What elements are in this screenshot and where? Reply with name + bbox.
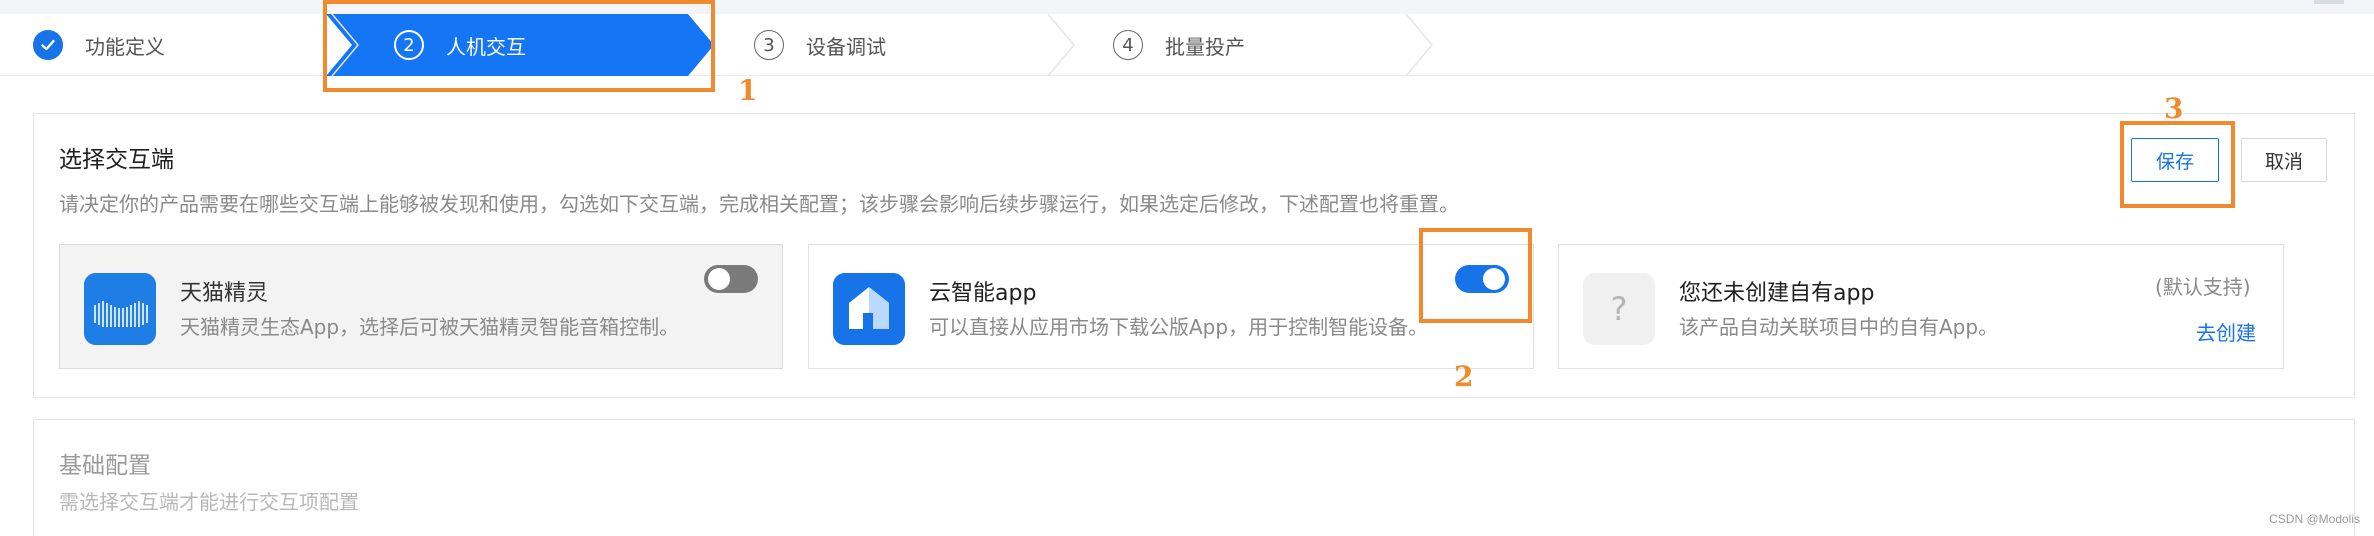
tmall-genie-icon <box>84 273 156 345</box>
step-number: 4 <box>1113 30 1143 60</box>
step-function-definition[interactable]: 功能定义 <box>33 14 165 76</box>
step-separator-icon <box>1405 14 1433 76</box>
tile-name: 天猫精灵 <box>180 281 269 306</box>
tile-own-app[interactable]: ? 您还未创建自有app 该产品自动关联项目中的自有App。 (默认支持) 去创… <box>1558 244 2284 369</box>
section-title: 选择交互端 <box>59 147 174 173</box>
cloud-smart-app-icon <box>833 273 905 345</box>
annotation-number-2: 2 <box>1454 360 1474 393</box>
tmall-genie-toggle[interactable] <box>704 265 758 293</box>
annotation-box-1 <box>323 0 715 92</box>
basic-config-card: 基础配置 需选择交互端才能进行交互项配置 <box>33 419 2355 536</box>
cancel-button[interactable]: 取消 <box>2241 138 2327 182</box>
basic-config-description: 需选择交互端才能进行交互项配置 <box>59 490 359 514</box>
tile-description: 该产品自动关联项目中的自有App。 <box>1679 315 1999 339</box>
step-mass-production[interactable]: 4 批量投产 <box>1113 14 1245 76</box>
check-icon <box>33 30 63 60</box>
tile-tmall-genie[interactable]: 天猫精灵 天猫精灵生态App，选择后可被天猫精灵智能音箱控制。 <box>59 244 783 369</box>
step-label: 批量投产 <box>1165 34 1245 59</box>
question-mark-icon: ? <box>1583 273 1655 345</box>
step-device-debug[interactable]: 3 设备调试 <box>754 14 886 76</box>
step-label: 功能定义 <box>85 34 165 59</box>
tile-name: 云智能app <box>929 281 1037 306</box>
basic-config-title: 基础配置 <box>59 453 151 479</box>
tile-description: 天猫精灵生态App，选择后可被天猫精灵智能音箱控制。 <box>180 315 680 339</box>
annotation-number-3: 3 <box>2164 92 2184 125</box>
top-corner-mark <box>2314 0 2344 4</box>
step-label: 设备调试 <box>806 34 886 59</box>
annotation-number-1: 1 <box>738 74 758 107</box>
section-description: 请决定你的产品需要在哪些交互端上能够被发现和使用，勾选如下交互端，完成相关配置；… <box>59 192 1459 216</box>
step-separator-icon <box>1047 14 1075 76</box>
annotation-box-3 <box>2120 121 2235 208</box>
watermark: CSDN @Modolis <box>2269 512 2360 526</box>
default-support-label: (默认支持) <box>2155 275 2251 299</box>
create-app-link[interactable]: 去创建 <box>2196 317 2256 346</box>
tile-description: 可以直接从应用市场下载公版App，用于控制智能设备。 <box>929 315 1429 339</box>
annotation-box-2 <box>1419 228 1532 323</box>
step-number: 3 <box>754 30 784 60</box>
tile-name: 您还未创建自有app <box>1679 281 1875 306</box>
